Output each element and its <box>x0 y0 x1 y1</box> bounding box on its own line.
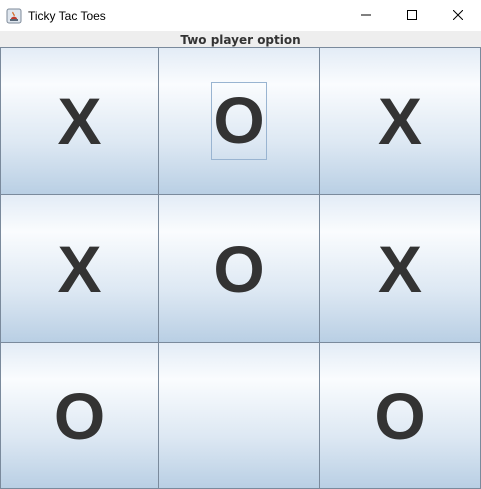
cell-mark: X <box>57 231 102 306</box>
title-bar[interactable]: Ticky Tac Toes <box>0 0 481 31</box>
maximize-icon <box>407 7 417 25</box>
maximize-button[interactable] <box>389 0 435 31</box>
cell-row-1-col-3[interactable]: X <box>319 47 481 195</box>
mode-label: Two player option <box>180 33 301 47</box>
cell-mark: X <box>377 84 423 158</box>
cell-row-2-col-1[interactable]: X <box>0 194 159 343</box>
cell-row-3-col-2[interactable] <box>158 342 320 489</box>
cell-mark: X <box>377 231 423 306</box>
window-title: Ticky Tac Toes <box>28 8 106 23</box>
cell-mark: O <box>211 82 267 160</box>
cell-row-1-col-2[interactable]: O <box>158 47 320 195</box>
cell-row-3-col-3[interactable]: O <box>319 342 481 489</box>
java-app-icon <box>6 8 22 24</box>
cell-row-1-col-1[interactable]: X <box>0 47 159 195</box>
close-button[interactable] <box>435 0 481 31</box>
mode-header: Two player option <box>0 31 481 47</box>
game-board: X O X X O X O O <box>0 47 481 489</box>
cell-mark: O <box>213 231 265 306</box>
minimize-button[interactable] <box>343 0 389 31</box>
cell-row-2-col-3[interactable]: X <box>319 194 481 343</box>
cell-row-3-col-1[interactable]: O <box>0 342 159 489</box>
cell-row-2-col-2[interactable]: O <box>158 194 320 343</box>
close-icon <box>452 7 464 25</box>
cell-mark: O <box>53 378 106 453</box>
minimize-icon <box>361 7 371 25</box>
cell-mark: O <box>374 378 426 453</box>
cell-mark: X <box>57 84 102 158</box>
window-controls <box>343 0 481 31</box>
